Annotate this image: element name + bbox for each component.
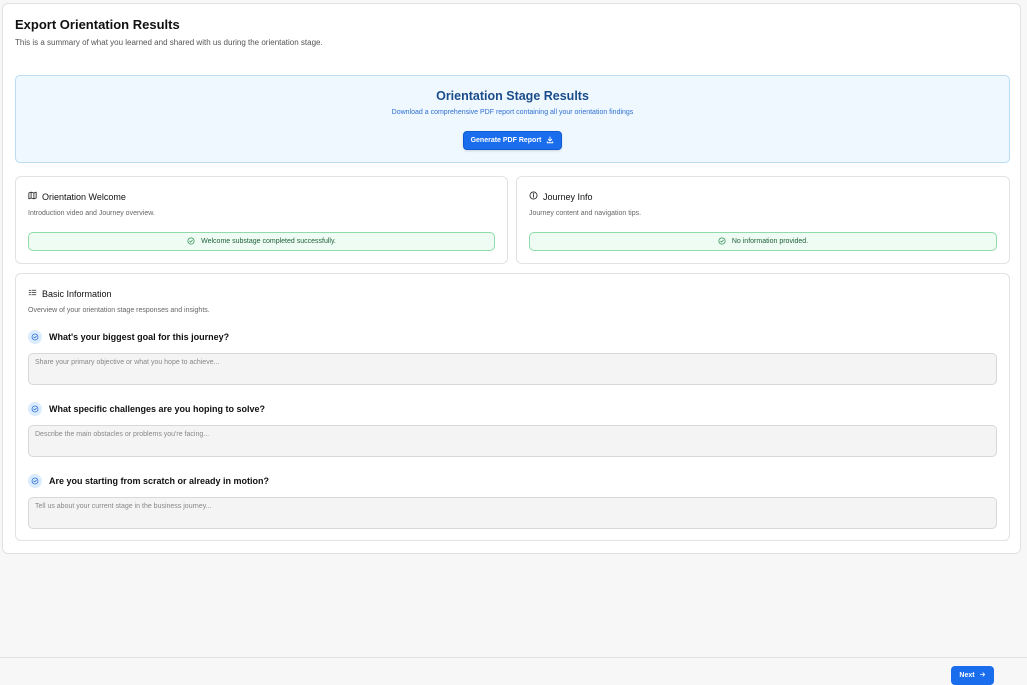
card-header: Basic Information [28,288,112,299]
next-label: Next [959,672,975,679]
arrow-right-icon [979,671,986,680]
card-title: Journey Info [543,191,593,202]
card-title: Orientation Welcome [42,191,126,202]
info-icon [529,191,538,202]
status-text: Welcome substage completed successfully. [201,238,336,245]
results-banner: Orientation Stage Results Download a com… [15,75,1010,163]
orientation-welcome-card: Orientation Welcome Introduction video a… [15,176,508,264]
question-label: Are you starting from scratch or already… [49,476,270,486]
map-icon [28,191,37,202]
basic-information-card: Basic Information Overview of your orien… [15,273,1010,541]
card-header: Orientation Welcome [28,191,126,202]
card-title: Basic Information [42,288,112,299]
generate-pdf-button[interactable]: Generate PDF Report [463,131,562,150]
question-label-row: What's your biggest goal for this journe… [28,330,229,344]
banner-title: Orientation Stage Results [436,89,589,103]
check-circle-icon [28,330,42,344]
question-label-row: Are you starting from scratch or already… [28,474,269,488]
check-circle-icon [718,236,726,247]
check-circle-icon [187,236,195,247]
card-description: Introduction video and Journey overview. [28,210,155,217]
page-title: Export Orientation Results [15,17,180,32]
next-button[interactable]: Next [951,666,994,685]
card-description: Overview of your orientation stage respo… [28,307,210,314]
status-badge: No information provided. [529,232,997,251]
goal-textarea[interactable] [28,353,997,385]
footer-divider [0,657,1027,658]
challenges-textarea[interactable] [28,425,997,457]
generate-pdf-label: Generate PDF Report [470,137,542,144]
current-stage-textarea[interactable] [28,497,997,529]
status-text: No information provided. [731,238,809,245]
banner-subtitle: Download a comprehensive PDF report cont… [391,109,634,116]
card-header: Journey Info [529,191,593,202]
status-badge: Welcome substage completed successfully. [28,232,495,251]
list-icon [28,288,37,299]
check-circle-icon [28,402,42,416]
question-label-row: What specific challenges are you hoping … [28,402,265,416]
question-label: What specific challenges are you hoping … [49,404,266,414]
check-circle-icon [28,474,42,488]
download-icon [546,136,554,146]
question-label: What's your biggest goal for this journe… [49,332,230,342]
card-description: Journey content and navigation tips. [529,210,642,217]
main-card: Export Orientation Results This is a sum… [2,3,1021,554]
page-subtitle: This is a summary of what you learned an… [15,38,323,47]
journey-info-card: Journey Info Journey content and navigat… [516,176,1010,264]
